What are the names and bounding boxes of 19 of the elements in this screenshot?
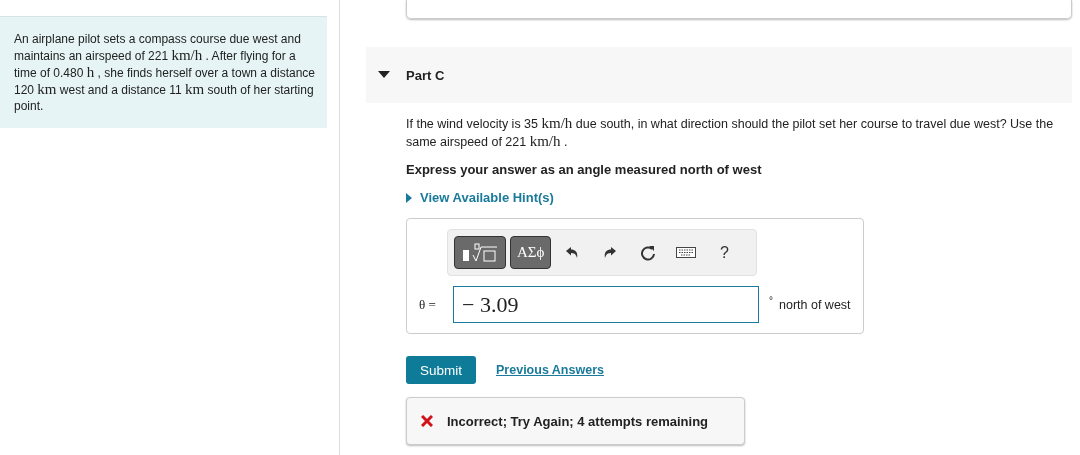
hints-link[interactable]: View Available Hint(s) bbox=[420, 190, 554, 205]
part-header[interactable]: Part C bbox=[366, 47, 1072, 103]
question-text: If the wind velocity is 35 km/h due south, in what direction should the pilot set her course to travel due west? Use the same airspeed of 221 km/h . bbox=[406, 115, 1055, 151]
problem-statement: An airplane pilot sets a compass course due west and maintains an airspeed of 221 km/h . After flying for a time of 0.480 h , she finds herself over a town a distance 120 km west and a distance 11 km south of her starting point. bbox=[0, 16, 327, 128]
previous-answers-link[interactable]: Previous Answers bbox=[496, 363, 604, 377]
degree-mark: ° bbox=[769, 294, 773, 306]
submit-button[interactable]: Submit bbox=[406, 356, 477, 384]
feedback-text: Incorrect; Try Again; 4 attempts remaining bbox=[447, 413, 709, 429]
collapse-icon[interactable] bbox=[378, 71, 390, 79]
symbols-button[interactable]: ΑΣϕ bbox=[510, 236, 552, 269]
answer-field[interactable]: − 3.09 bbox=[453, 286, 759, 323]
templates-button[interactable] bbox=[454, 236, 506, 269]
help-button[interactable]: ? bbox=[707, 236, 742, 269]
answer-label: θ = bbox=[419, 296, 437, 313]
instruction-text: Express your answer as an angle measured north of west bbox=[406, 162, 763, 177]
part-title: Part C bbox=[406, 67, 445, 83]
fraction-root-icon bbox=[461, 242, 499, 263]
unit-label: north of west bbox=[779, 297, 851, 312]
expand-icon bbox=[406, 192, 412, 203]
